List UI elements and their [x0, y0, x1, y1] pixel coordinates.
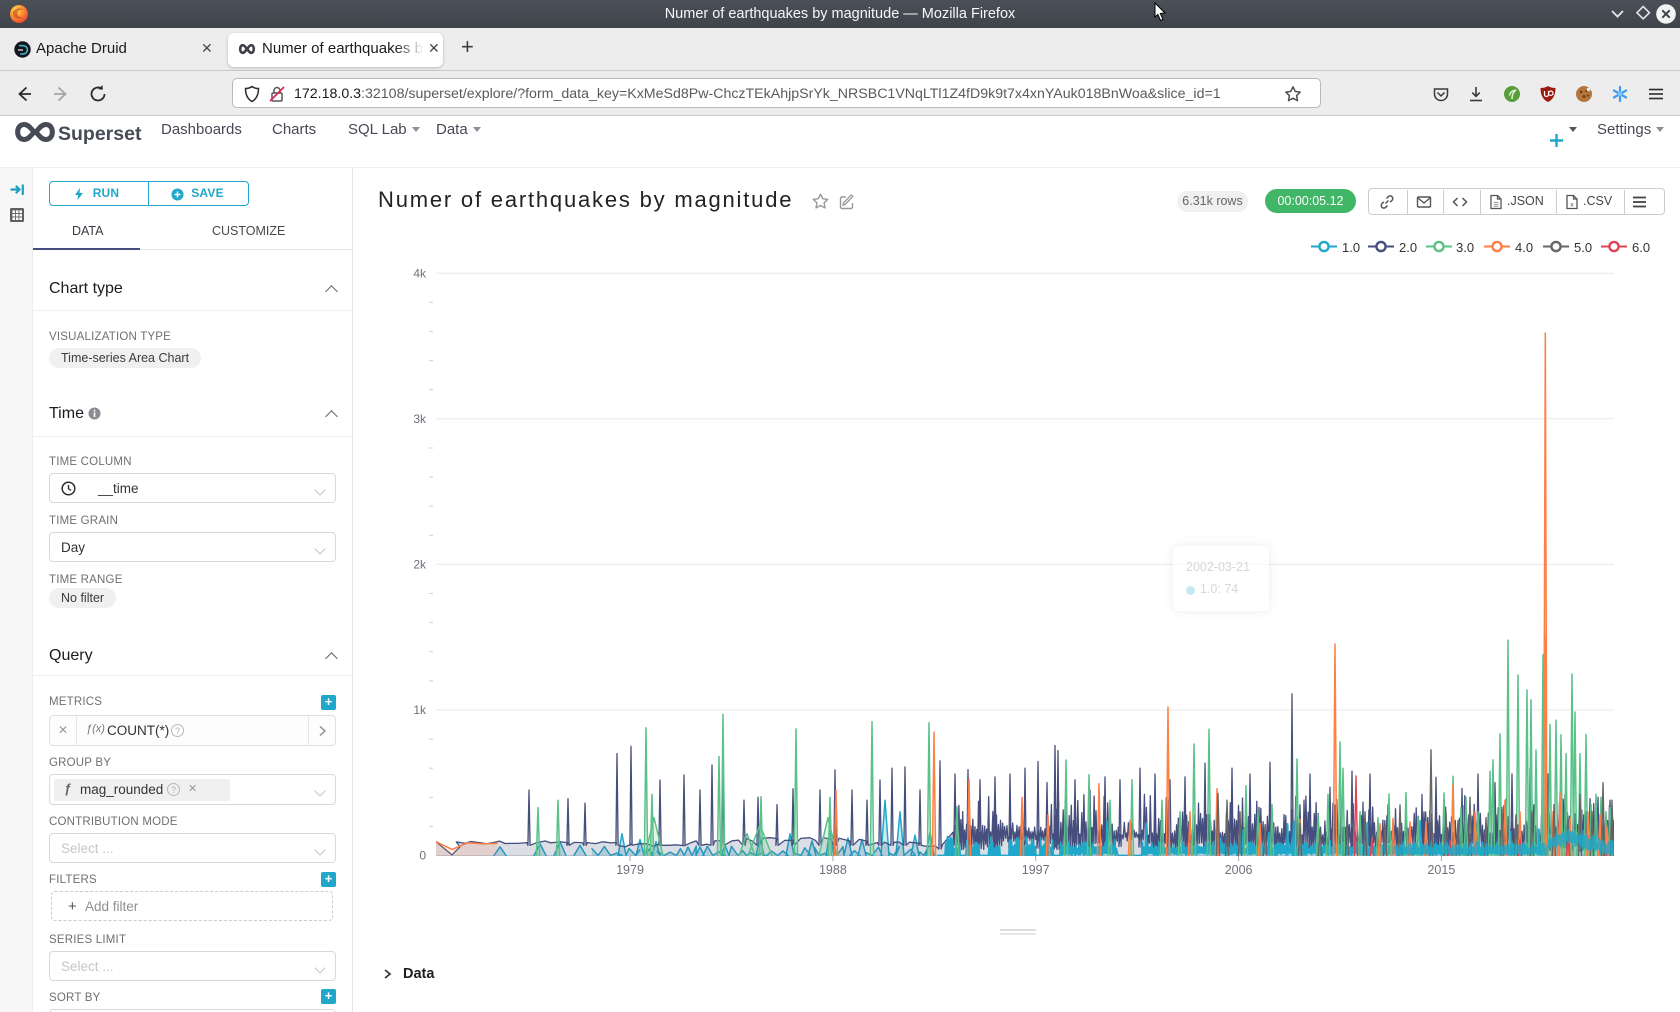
svg-text:2006: 2006 — [1225, 863, 1253, 877]
svg-text:1997: 1997 — [1022, 863, 1050, 877]
svg-text:4k: 4k — [413, 266, 427, 280]
svg-text:1979: 1979 — [616, 863, 644, 877]
svg-text:2015: 2015 — [1427, 863, 1455, 877]
svg-text:0: 0 — [419, 849, 426, 863]
svg-text:1988: 1988 — [819, 863, 847, 877]
svg-text:3k: 3k — [413, 412, 427, 426]
svg-text:2k: 2k — [413, 557, 427, 571]
svg-text:1k: 1k — [413, 703, 427, 717]
